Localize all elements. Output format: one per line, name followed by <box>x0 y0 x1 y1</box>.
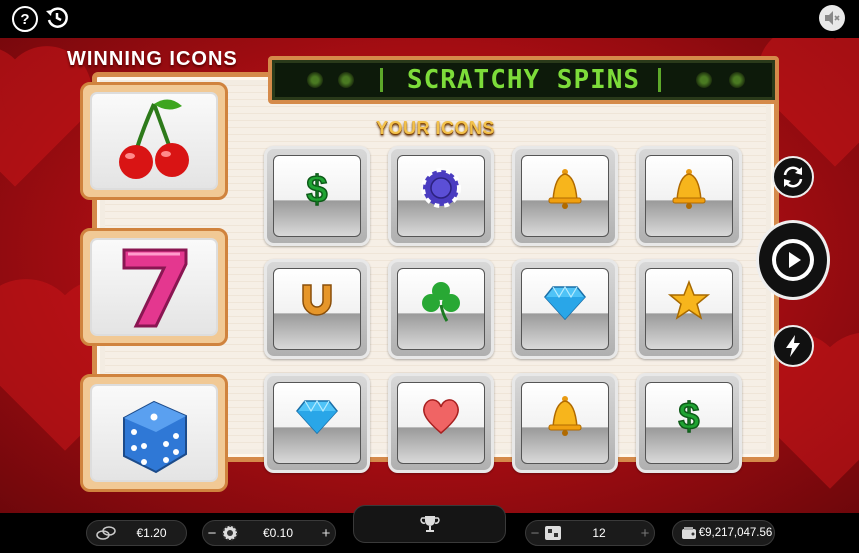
background-heart <box>0 59 79 187</box>
bet-value: €0.10 <box>262 526 294 540</box>
bell-icon <box>672 169 706 209</box>
game-title-marquee: SCRATCHY SPINS <box>268 56 779 104</box>
total-bet-display: €1.20 <box>86 520 187 546</box>
tiles-decrease-button[interactable]: − <box>526 525 544 542</box>
horseshoe-icon <box>302 284 332 316</box>
game-title: SCRATCHY SPINS <box>406 65 641 95</box>
refresh-icon <box>783 166 803 188</box>
scratch-tile[interactable] <box>388 373 494 473</box>
scratch-tile[interactable] <box>388 146 494 246</box>
diamond-icon <box>296 399 338 435</box>
winning-icon-card <box>80 228 228 346</box>
history-button[interactable] <box>44 5 70 31</box>
svg-text:$: $ <box>678 396 699 437</box>
scratch-tile[interactable]: $ <box>636 373 742 473</box>
bell-icon <box>548 169 582 209</box>
bet-increase-button[interactable]: + <box>317 525 335 542</box>
scratch-tile[interactable] <box>512 259 618 359</box>
bet-selector: − €0.10 + <box>202 520 336 546</box>
diamond-icon <box>544 285 586 321</box>
winning-icon-card <box>80 82 228 200</box>
tiles-increase-button[interactable]: + <box>636 525 654 542</box>
bell-icon <box>548 396 582 436</box>
sound-button[interactable] <box>819 5 845 31</box>
scratch-tile[interactable] <box>264 259 370 359</box>
trophy-icon <box>419 516 440 532</box>
help-icon: ? <box>20 10 30 28</box>
scratch-tile[interactable]: $ <box>264 146 370 246</box>
play-button[interactable] <box>756 220 830 300</box>
balance-display: €9,217,047.56 <box>672 520 775 546</box>
scratch-tile[interactable] <box>264 373 370 473</box>
bet-decrease-button[interactable]: − <box>203 525 221 542</box>
scratch-tile[interactable] <box>388 259 494 359</box>
play-icon <box>776 243 810 277</box>
scratch-tile[interactable] <box>636 259 742 359</box>
total-bet-value: €1.20 <box>136 526 167 540</box>
scratch-card-icon <box>545 526 561 540</box>
star-icon <box>667 279 711 320</box>
history-icon <box>46 7 68 28</box>
dollar-icon: $ <box>678 395 701 437</box>
svg-text:$: $ <box>306 169 327 210</box>
turbo-button[interactable] <box>772 325 814 367</box>
winning-icons-title: WINNING ICONS <box>67 48 238 70</box>
speaker-muted-icon <box>825 11 840 25</box>
wallet-icon <box>682 527 696 539</box>
lightning-icon <box>786 335 800 357</box>
tiles-count: 12 <box>592 526 606 540</box>
winning-icon-card <box>80 374 228 492</box>
scratch-tile[interactable] <box>636 146 742 246</box>
scratch-tile[interactable] <box>512 373 618 473</box>
coins-icon <box>96 526 116 540</box>
balance-value: €9,217,047.56 <box>698 527 773 539</box>
play-button-core <box>772 239 814 281</box>
heart-icon <box>423 399 459 434</box>
seven-icon <box>122 248 188 328</box>
help-button[interactable]: ? <box>12 6 38 32</box>
autoplay-button[interactable] <box>772 156 814 198</box>
background-heart <box>771 39 859 167</box>
cherries-icon <box>119 99 189 179</box>
clover-icon <box>422 282 460 322</box>
paytable-button[interactable] <box>353 505 506 543</box>
chip-icon <box>222 525 238 541</box>
scratch-tile[interactable] <box>512 146 618 246</box>
tiles-selector: − 12 + <box>525 520 655 546</box>
top-bar: ? <box>0 0 859 38</box>
poker-chip-icon <box>421 168 461 208</box>
dice-icon <box>123 400 187 474</box>
dollar-icon: $ <box>306 168 329 210</box>
